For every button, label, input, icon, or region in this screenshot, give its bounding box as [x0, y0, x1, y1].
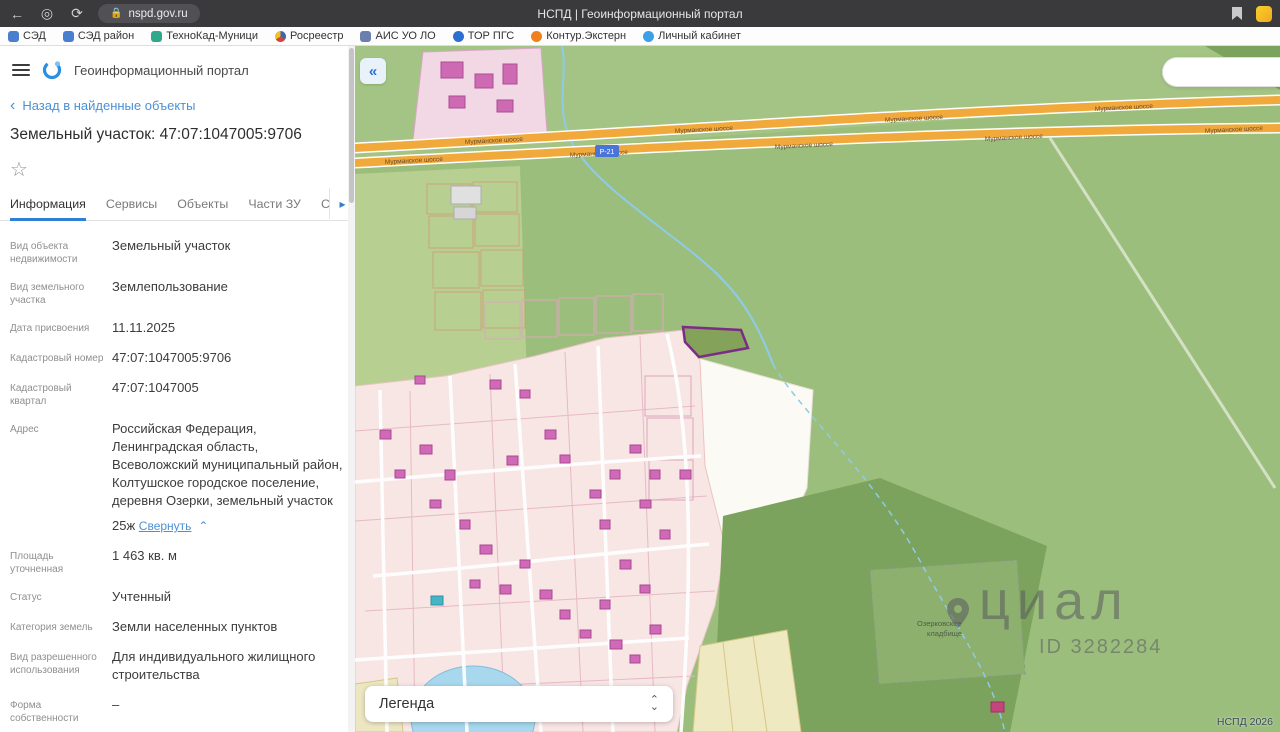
route-badge: Р-21 — [595, 145, 619, 157]
field-row: Статус Учтенный — [10, 589, 172, 604]
chevron-up-down-icon: ⌃ ⌄ — [649, 694, 659, 713]
bookmark-item[interactable]: Росреестр — [275, 30, 343, 42]
map-canvas: Озерковское кладбище Мурманское шоссе Му… — [355, 46, 1280, 732]
app-title: Геоинформационный портал — [74, 62, 249, 78]
collapse-panel-button[interactable]: « — [360, 58, 386, 84]
bookmark-favicon — [531, 30, 543, 42]
bookmark-item[interactable]: СЭД район — [62, 30, 134, 42]
object-info-panel: Геоинформационный портал ‹ Назад в найде… — [0, 46, 355, 732]
gray-building — [450, 185, 482, 205]
page-tab-title: НСПД | Геоинформационный портал — [537, 6, 743, 21]
field-row: Дата присвоения 11.11.2025 — [10, 320, 176, 335]
browser-profile-icon[interactable] — [1256, 5, 1272, 22]
bookmark-item[interactable]: ТехноКад-Муници — [151, 30, 258, 42]
field-row: Кадастровый квартал 47:07:1047005 — [10, 380, 199, 407]
svg-text:Р-21: Р-21 — [600, 149, 615, 156]
bookmark-favicon — [452, 30, 464, 42]
bookmark-item[interactable]: Контур.Экстерн — [531, 30, 626, 42]
panel-scrollbar[interactable] — [348, 46, 355, 732]
field-row: Категория земель Земли населенных пункто… — [10, 619, 278, 634]
back-icon[interactable]: ← — [8, 6, 26, 22]
tab-services[interactable]: Сервисы — [106, 197, 157, 220]
bookmarks-bar: СЭД СЭД район ТехноКад-Муници Росреестр … — [0, 27, 1280, 46]
bookmark-item[interactable]: СЭД — [8, 30, 46, 42]
map-copyright: НСПД 2026 — [1216, 716, 1273, 728]
back-to-results-link[interactable]: ‹ Назад в найденные объекты — [10, 96, 345, 114]
bookmark-favicon — [360, 30, 372, 42]
chevron-up-icon: ⌃ — [198, 519, 209, 533]
menu-button[interactable] — [12, 64, 30, 76]
yellow-parcels — [692, 629, 802, 732]
field-row: Форма собственности – — [10, 697, 120, 724]
field-row: Вид разрешенного использования Для индив… — [10, 649, 316, 682]
field-row-address: Адрес Российская Федерация, Ленинградска… — [10, 421, 343, 535]
bookmark-favicon — [643, 30, 655, 42]
site-info-icon[interactable]: ◎ — [38, 5, 56, 22]
tab-information[interactable]: Информация — [10, 197, 86, 221]
bookmark-favicon — [62, 30, 74, 42]
map[interactable]: Озерковское кладбище Мурманское шоссе Му… — [355, 46, 1280, 732]
tab-objects[interactable]: Объекты — [177, 197, 228, 220]
favorite-star-button[interactable]: ☆ — [10, 157, 32, 182]
attribute-list: Вид объекта недвижимости Земельный участ… — [0, 221, 355, 732]
bookmark-favicon — [151, 30, 163, 42]
tab-parts[interactable]: Части ЗУ — [248, 197, 301, 220]
legend-label: Легенда — [379, 696, 435, 712]
bookmark-item[interactable]: ТОР ПГС — [452, 30, 514, 42]
bookmark-item[interactable]: АИС УО ЛО — [360, 30, 436, 42]
tab-bar: Информация Сервисы Объекты Части ЗУ Сост… — [0, 188, 355, 221]
page-title: Земельный участок: 47:07:1047005:9706 — [10, 126, 302, 143]
field-row: Площадь уточненная 1 463 кв. м — [10, 548, 177, 575]
url-text: nspd.gov.ru — [128, 7, 188, 20]
field-row: Вид объекта недвижимости Земельный участ… — [10, 238, 231, 265]
cemetery-label: кладбище — [927, 629, 962, 638]
teal-building — [430, 595, 444, 606]
reload-icon[interactable]: ⟳ — [68, 5, 86, 22]
address-bar[interactable]: 🔒 nspd.gov.ru — [98, 4, 200, 23]
bookmark-favicon — [275, 30, 286, 42]
cemetery-label: Озерковское — [917, 619, 961, 628]
lock-icon: 🔒 — [110, 8, 123, 19]
browser-chrome: ← ◎ ⟳ 🔒 nspd.gov.ru НСПД | Геоинформацио… — [0, 0, 1280, 27]
red-building — [990, 701, 1005, 713]
chevron-left-icon: ‹ — [10, 96, 16, 114]
field-row: Вид земельного участка Землепользование — [10, 279, 228, 306]
bookmark-item[interactable]: Личный кабинет — [643, 30, 741, 42]
legend-toggle[interactable]: Легенда ⌃ ⌄ — [365, 686, 673, 722]
map-search-box[interactable] — [1162, 57, 1280, 87]
app-logo — [42, 60, 62, 80]
gray-building — [453, 206, 477, 220]
field-row: Кадастровый номер 47:07:1047005:9706 — [10, 350, 232, 365]
bookmark-favicon — [8, 30, 19, 42]
bookmark-icon[interactable] — [1232, 7, 1242, 20]
collapse-address-link[interactable]: Свернуть ⌃ — [139, 517, 209, 535]
